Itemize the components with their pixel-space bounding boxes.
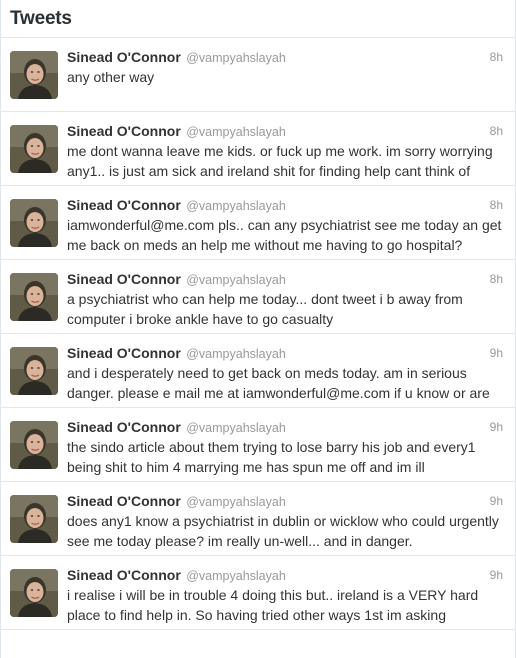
- tweet-timestamp[interactable]: 9h: [490, 344, 503, 362]
- avatar[interactable]: [10, 199, 58, 247]
- tweet-timestamp[interactable]: 8h: [490, 270, 503, 288]
- tweet-fullname[interactable]: Sinead O'Connor: [67, 123, 181, 139]
- tweet-text: any other way: [67, 69, 155, 85]
- tweet-fullname[interactable]: Sinead O'Connor: [67, 493, 181, 509]
- tweet-header: Sinead O'Connor @vampyahslayah: [67, 566, 503, 584]
- tweet-timestamp[interactable]: 8h: [490, 48, 503, 66]
- tweet-header: Sinead O'Connor @vampyahslayah: [67, 418, 503, 436]
- tweet-timestamp[interactable]: 8h: [490, 122, 503, 140]
- tweet-item[interactable]: Sinead O'Connor @vampyahslayah 8h me don…: [1, 112, 515, 186]
- tweet-item[interactable]: Sinead O'Connor @vampyahslayah 9h does a…: [1, 482, 515, 556]
- tweet-fullname[interactable]: Sinead O'Connor: [67, 567, 181, 583]
- tweet-text: i realise i will be in trouble 4 doing t…: [67, 587, 479, 623]
- tweet-header: Sinead O'Connor @vampyahslayah: [67, 196, 503, 214]
- tweet-text: does any1 know a psychiatrist in dublin …: [67, 513, 499, 549]
- avatar[interactable]: [10, 421, 58, 469]
- avatar[interactable]: [10, 569, 58, 617]
- tweet-username[interactable]: @vampyahslayah: [186, 347, 286, 361]
- tweet-item[interactable]: Sinead O'Connor @vampyahslayah 9h i real…: [1, 556, 515, 630]
- tweet-fullname[interactable]: Sinead O'Connor: [67, 271, 181, 287]
- page-title: Tweets: [10, 8, 72, 29]
- tweet-text: the sindo article about them trying to l…: [67, 439, 476, 475]
- tweet-timestamp[interactable]: 9h: [490, 418, 503, 436]
- avatar[interactable]: [10, 125, 58, 173]
- tweet-item[interactable]: Sinead O'Connor @vampyahslayah 9h the si…: [1, 408, 515, 482]
- tweet-username[interactable]: @vampyahslayah: [186, 421, 286, 435]
- tweet-item[interactable]: Sinead O'Connor @vampyahslayah 9h and i …: [1, 334, 515, 408]
- tweet-fullname[interactable]: Sinead O'Connor: [67, 197, 181, 213]
- avatar[interactable]: [10, 347, 58, 395]
- tweet-fullname[interactable]: Sinead O'Connor: [67, 345, 181, 361]
- tweets-timeline: Tweets Sinead O'Connor @vampyahslayah 8h…: [0, 0, 516, 658]
- tweet-header: Sinead O'Connor @vampyahslayah: [67, 270, 503, 288]
- tweet-timestamp[interactable]: 8h: [490, 196, 503, 214]
- tweet-text: and i desperately need to get back on me…: [67, 365, 490, 401]
- tweet-timestamp[interactable]: 9h: [490, 566, 503, 584]
- tweet-timestamp[interactable]: 9h: [490, 492, 503, 510]
- tweet-username[interactable]: @vampyahslayah: [186, 495, 286, 509]
- tweet-username[interactable]: @vampyahslayah: [186, 125, 286, 139]
- tweet-item[interactable]: Sinead O'Connor @vampyahslayah 8h iamwon…: [1, 186, 515, 260]
- tweet-username[interactable]: @vampyahslayah: [186, 273, 286, 287]
- tweet-header: Sinead O'Connor @vampyahslayah: [67, 492, 503, 510]
- tweet-text: iamwonderful@me.com pls.. can any psychi…: [67, 217, 502, 253]
- tweet-text: a psychiatrist who can help me today... …: [67, 291, 463, 327]
- tweet-header: Sinead O'Connor @vampyahslayah: [67, 344, 503, 362]
- tweet-fullname[interactable]: Sinead O'Connor: [67, 49, 181, 65]
- tweet-header: Sinead O'Connor @vampyahslayah: [67, 122, 503, 140]
- tweet-item[interactable]: Sinead O'Connor @vampyahslayah 8h a psyc…: [1, 260, 515, 334]
- avatar[interactable]: [10, 51, 58, 99]
- tweet-item[interactable]: Sinead O'Connor @vampyahslayah 8h any ot…: [1, 38, 515, 112]
- tweet-fullname[interactable]: Sinead O'Connor: [67, 419, 181, 435]
- tweet-header: Sinead O'Connor @vampyahslayah: [67, 48, 503, 66]
- avatar[interactable]: [10, 495, 58, 543]
- tweet-username[interactable]: @vampyahslayah: [186, 199, 286, 213]
- tweet-list: Sinead O'Connor @vampyahslayah 8h any ot…: [1, 38, 515, 630]
- avatar[interactable]: [10, 273, 58, 321]
- tweet-username[interactable]: @vampyahslayah: [186, 51, 286, 65]
- timeline-header: Tweets: [1, 0, 515, 38]
- tweet-text: me dont wanna leave me kids. or fuck up …: [67, 143, 493, 179]
- tweet-username[interactable]: @vampyahslayah: [186, 569, 286, 583]
